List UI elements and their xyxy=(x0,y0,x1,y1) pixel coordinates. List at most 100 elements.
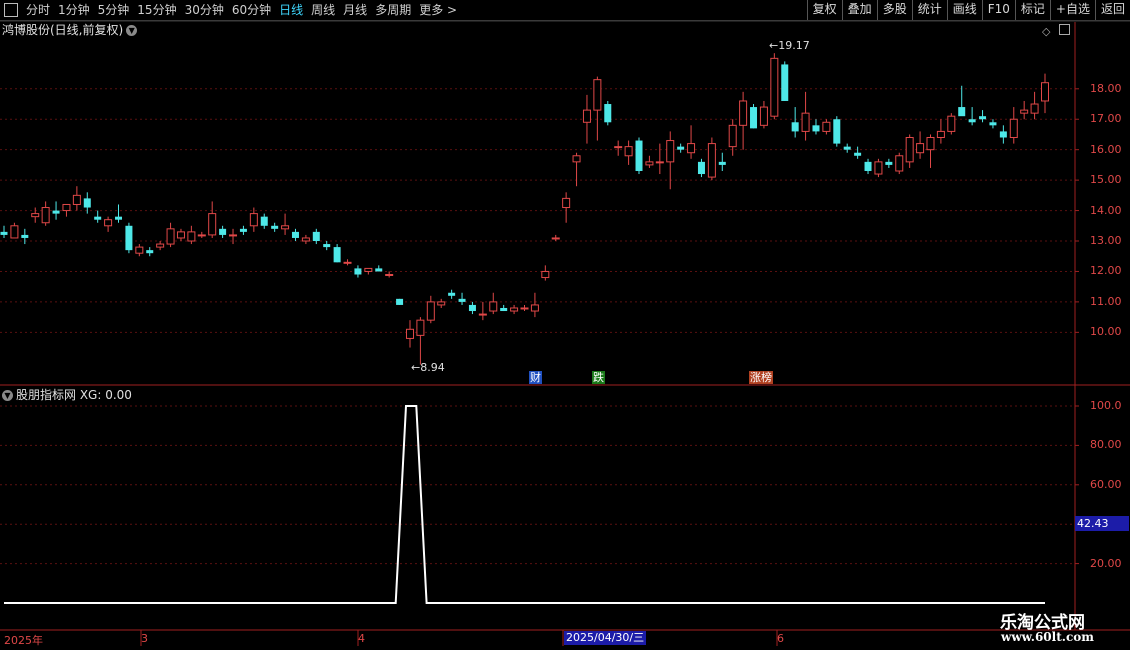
candle xyxy=(62,203,71,217)
candle-body xyxy=(249,213,258,227)
candle-body xyxy=(822,121,831,132)
marker-rank[interactable]: 涨榜 xyxy=(749,371,773,384)
panel-toggle-icon[interactable] xyxy=(1058,24,1070,35)
toolbar-action-7[interactable]: 返回 xyxy=(1094,0,1130,20)
candle xyxy=(677,143,685,153)
period-tab-7[interactable]: 周线 xyxy=(307,0,339,20)
period-tab-3[interactable]: 15分钟 xyxy=(133,0,180,20)
candle-body xyxy=(572,155,581,163)
candle-body xyxy=(375,268,383,272)
candle-body xyxy=(41,207,50,224)
toolbar-action-3[interactable]: 统计 xyxy=(911,0,947,20)
candle xyxy=(874,158,883,178)
high-price-value: 19.17 xyxy=(778,39,810,52)
candle xyxy=(448,289,456,299)
cursor-value-tag: 42.43 xyxy=(1075,516,1129,531)
candle-body xyxy=(759,106,768,126)
candle-body xyxy=(83,198,91,208)
period-tab-2[interactable]: 5分钟 xyxy=(94,0,134,20)
candle xyxy=(895,152,904,175)
candle-body xyxy=(219,228,227,235)
candle-body xyxy=(1030,103,1039,114)
candle xyxy=(115,204,123,223)
candle-body xyxy=(510,307,519,312)
marker-fall[interactable]: 跌 xyxy=(592,371,605,384)
diamond-icon[interactable]: ◇ xyxy=(1042,25,1050,38)
toolbar-action-mark[interactable]: 标记 xyxy=(1014,0,1050,20)
dropdown-icon[interactable]: ▼ xyxy=(2,390,13,401)
marker-finance[interactable]: 财 xyxy=(529,371,542,384)
kline-chart[interactable] xyxy=(0,0,1130,650)
candle xyxy=(666,131,675,190)
candle xyxy=(687,125,696,159)
period-tab-4[interactable]: 30分钟 xyxy=(181,0,228,20)
candle-body xyxy=(271,225,279,229)
grid-layout-icon[interactable] xyxy=(4,3,18,17)
candle xyxy=(281,213,290,235)
candle-body xyxy=(260,216,268,226)
price-tick-label: 10.00 xyxy=(1090,325,1122,339)
candle-body xyxy=(135,246,144,254)
candle xyxy=(478,301,487,321)
candle xyxy=(604,100,612,126)
candle-body xyxy=(936,130,945,139)
candle xyxy=(396,298,404,305)
candle-body xyxy=(655,161,664,164)
date-label-jun: 6 xyxy=(777,632,784,645)
candle-body xyxy=(239,228,247,232)
candle xyxy=(468,301,476,315)
candle-body xyxy=(301,237,310,242)
candle xyxy=(655,143,664,175)
watermark-url: www.60lt.com xyxy=(1001,630,1094,644)
candle xyxy=(905,134,914,168)
candle-body xyxy=(562,197,571,209)
period-tab-1[interactable]: 1分钟 xyxy=(54,0,94,20)
toolbar-action-6[interactable]: +自选 xyxy=(1049,0,1095,20)
candle xyxy=(739,91,748,150)
candle-body xyxy=(687,143,696,154)
candle-body xyxy=(999,131,1007,138)
candle xyxy=(375,265,383,272)
period-tab-9[interactable]: 多周期 xyxy=(371,0,415,20)
period-toolbar: 分时 1分钟 5分钟 15分钟 30分钟 60分钟 日线 周线 月线 多周期 更多 > 复权 叠加 多股… xyxy=(0,0,1130,21)
period-tabs: 分时 1分钟 5分钟 15分钟 30分钟 60分钟 日线 周线 月线 多周期 更多 > xyxy=(22,0,461,20)
candle xyxy=(94,210,102,223)
period-tab-8[interactable]: 月线 xyxy=(339,0,371,20)
candle xyxy=(426,295,435,324)
candle-body xyxy=(229,234,238,237)
candle-body xyxy=(989,122,997,126)
candle-body xyxy=(645,161,654,166)
candle-body xyxy=(905,137,914,163)
period-tab-6[interactable]: 日线 xyxy=(275,0,307,20)
high-price-label: ←19.17 xyxy=(769,39,810,52)
toolbar-action-5[interactable]: F10 xyxy=(981,0,1015,20)
candle-body xyxy=(520,307,529,310)
candle-body xyxy=(416,319,425,336)
period-tab-5[interactable]: 60分钟 xyxy=(228,0,275,20)
candle-body xyxy=(115,216,123,220)
candle xyxy=(416,317,425,365)
candle-body xyxy=(593,79,602,111)
period-tab-0[interactable]: 分时 xyxy=(22,0,54,20)
toolbar-action-4[interactable]: 画线 xyxy=(946,0,982,20)
candle xyxy=(801,91,810,141)
candle-body xyxy=(197,234,206,237)
period-tab-10[interactable]: 更多 > xyxy=(415,0,461,20)
candle-body xyxy=(926,137,935,151)
toolbar-action-0[interactable]: 复权 xyxy=(806,0,842,20)
candle-body xyxy=(677,146,685,150)
candle-body xyxy=(968,119,976,123)
toolbar-action-2[interactable]: 多股 xyxy=(876,0,912,20)
toolbar-action-1[interactable]: 叠加 xyxy=(841,0,877,20)
candle xyxy=(323,241,331,251)
candle-body xyxy=(916,143,925,154)
price-tick-label: 15.00 xyxy=(1090,173,1122,187)
candle-body xyxy=(635,140,643,171)
candle-body xyxy=(478,313,487,316)
candle xyxy=(125,222,133,254)
candle xyxy=(21,228,29,245)
candle xyxy=(156,241,165,251)
candle-body xyxy=(833,119,841,144)
dropdown-icon[interactable]: ▼ xyxy=(126,25,138,36)
indicator-tick-label: 100.0 xyxy=(1090,399,1122,412)
